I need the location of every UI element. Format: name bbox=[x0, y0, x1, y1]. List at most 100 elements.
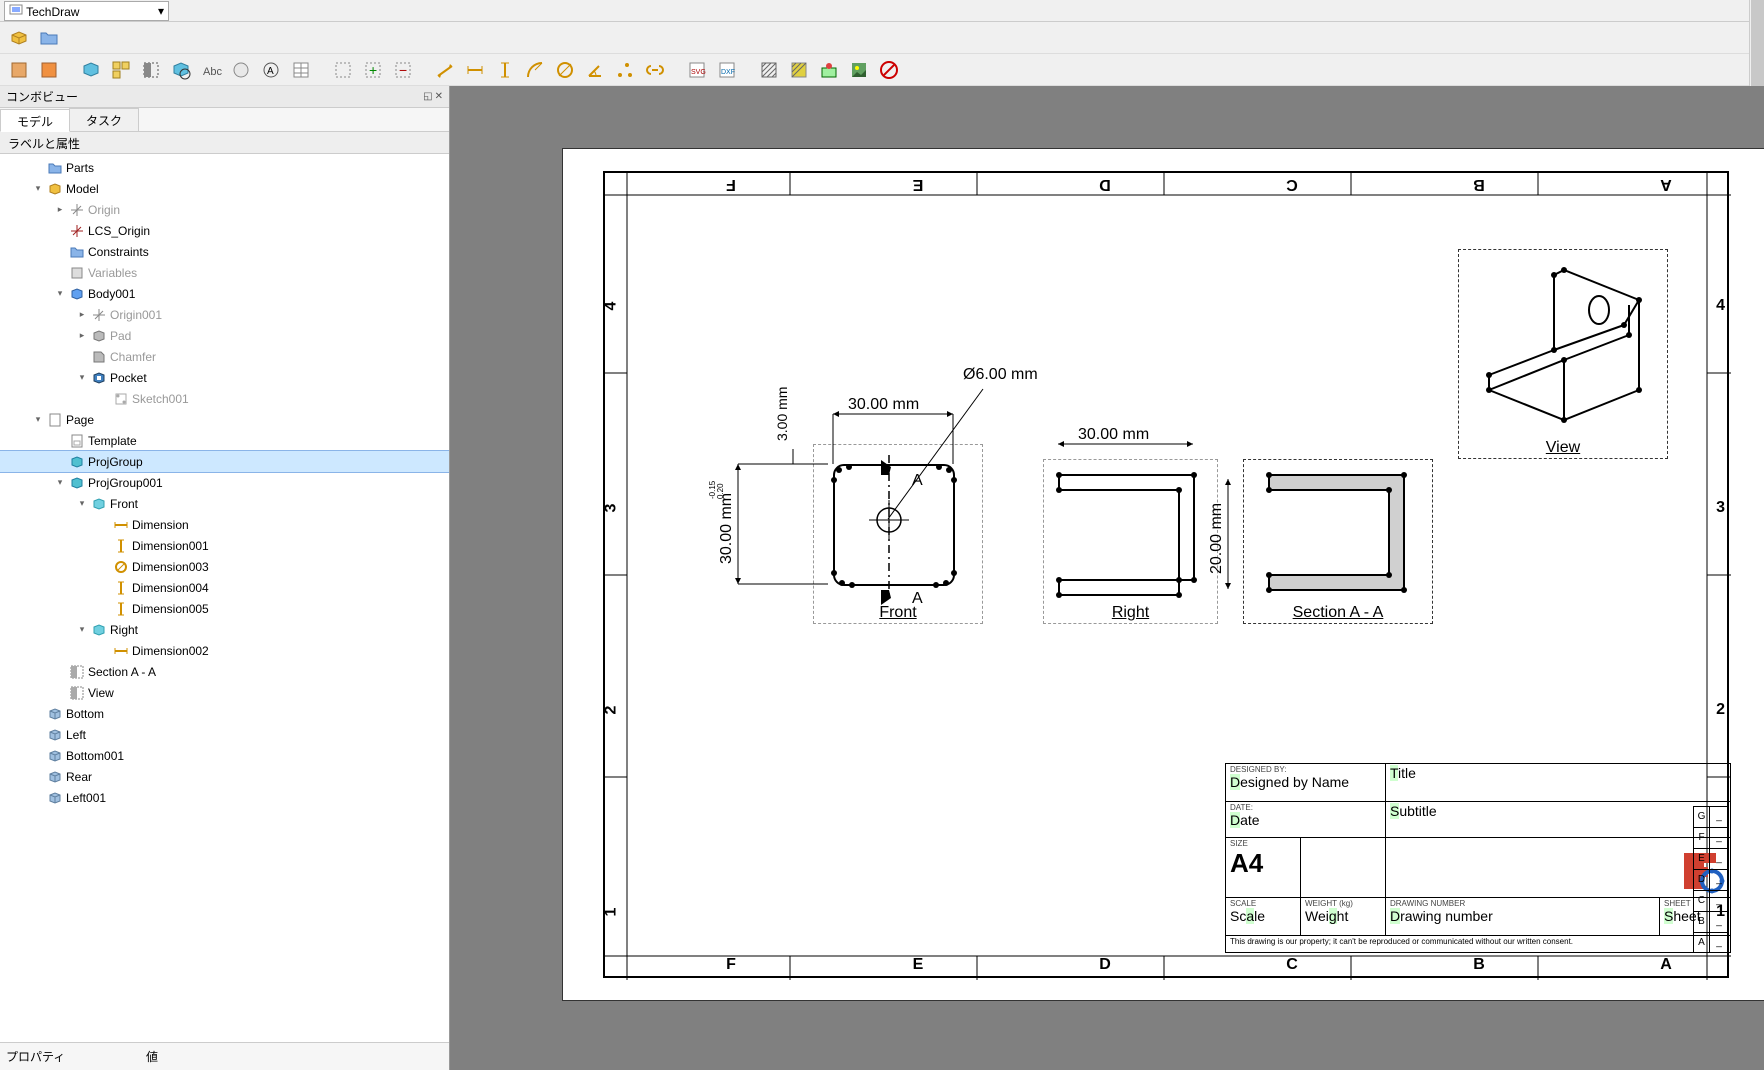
tree-item-dimension001[interactable]: Dimension001 bbox=[0, 535, 449, 556]
dim-link-icon[interactable] bbox=[642, 57, 668, 83]
tree-item-variables[interactable]: Variables bbox=[0, 262, 449, 283]
tree-item-projgroup[interactable]: ProjGroup bbox=[0, 451, 449, 472]
tb-subtitle[interactable]: S bbox=[1390, 803, 1399, 819]
tree-item-rear[interactable]: Rear bbox=[0, 766, 449, 787]
expand-icon[interactable]: ▸ bbox=[54, 204, 66, 215]
tree-item-projgroup001[interactable]: ▾ProjGroup001 bbox=[0, 472, 449, 493]
tree-item-dimension002[interactable]: Dimension002 bbox=[0, 640, 449, 661]
tree-item-model[interactable]: ▾Model bbox=[0, 178, 449, 199]
projection-group-icon[interactable] bbox=[108, 57, 134, 83]
tree-item-view[interactable]: View bbox=[0, 682, 449, 703]
symbol-icon[interactable] bbox=[816, 57, 842, 83]
tree-label: LCS_Origin bbox=[88, 224, 150, 238]
insert-view-icon[interactable] bbox=[78, 57, 104, 83]
tree-item-pocket[interactable]: ▾ Pocket bbox=[0, 367, 449, 388]
clip-group-icon[interactable] bbox=[330, 57, 356, 83]
tb-sheet[interactable]: S bbox=[1664, 908, 1673, 924]
tb-scale[interactable]: a bbox=[1246, 908, 1254, 924]
folder-icon[interactable] bbox=[36, 25, 62, 51]
tree-header: ラベルと属性 bbox=[0, 132, 449, 154]
view-section-label: Section A - A bbox=[1244, 605, 1432, 621]
part-icon[interactable] bbox=[6, 25, 32, 51]
dim-radius-icon[interactable] bbox=[522, 57, 548, 83]
tree-item-lcs-origin[interactable]: LCS_Origin bbox=[0, 220, 449, 241]
spreadsheet-icon[interactable] bbox=[288, 57, 314, 83]
expand-icon[interactable]: ▾ bbox=[32, 414, 44, 425]
tree-item-sketch001[interactable]: Sketch001 bbox=[0, 388, 449, 409]
tb-date[interactable]: D bbox=[1230, 812, 1240, 828]
view-iso[interactable]: View bbox=[1458, 249, 1668, 459]
expand-icon[interactable]: ▾ bbox=[32, 183, 44, 194]
expand-icon[interactable]: ▾ bbox=[76, 498, 88, 509]
tree-item-origin[interactable]: ▸Origin bbox=[0, 199, 449, 220]
export-dxf-icon[interactable]: DXF bbox=[714, 57, 740, 83]
export-svg-icon[interactable]: SVG bbox=[684, 57, 710, 83]
tree-item-dimension005[interactable]: Dimension005 bbox=[0, 598, 449, 619]
dim-horizontal-icon[interactable] bbox=[462, 57, 488, 83]
expand-icon[interactable]: ▾ bbox=[54, 288, 66, 299]
dim-angle-icon[interactable] bbox=[582, 57, 608, 83]
section-view-icon[interactable] bbox=[138, 57, 164, 83]
tab-task[interactable]: タスク bbox=[69, 108, 139, 131]
drawing-page[interactable]: FEDCBA FEDCBA 4321 4321 bbox=[562, 148, 1764, 1001]
workbench-name: TechDraw bbox=[26, 5, 79, 19]
tree-item-pad[interactable]: ▸Pad bbox=[0, 325, 449, 346]
tree-item-body001[interactable]: ▾Body001 bbox=[0, 283, 449, 304]
view-section[interactable]: Section A - A bbox=[1243, 459, 1433, 624]
tree-item-section-a-a[interactable]: Section A - A bbox=[0, 661, 449, 682]
dim-vertical-icon[interactable] bbox=[492, 57, 518, 83]
tree-item-bottom001[interactable]: Bottom001 bbox=[0, 745, 449, 766]
undock-icon[interactable]: ◱ bbox=[423, 91, 432, 102]
workbench-selector[interactable]: TechDraw ▾ bbox=[4, 1, 169, 21]
expand-icon[interactable]: ▸ bbox=[76, 309, 88, 320]
new-page-template-icon[interactable] bbox=[36, 57, 62, 83]
tree-item-dimension[interactable]: Dimension bbox=[0, 514, 449, 535]
dim-angle3pt-icon[interactable] bbox=[612, 57, 638, 83]
draft-view-icon[interactable] bbox=[228, 57, 254, 83]
annotation-icon[interactable]: Abc bbox=[198, 57, 224, 83]
tree-item-left001[interactable]: Left001 bbox=[0, 787, 449, 808]
tree-item-dimension004[interactable]: Dimension004 bbox=[0, 577, 449, 598]
hatch-icon[interactable] bbox=[756, 57, 782, 83]
tree-item-dimension003[interactable]: Dimension003 bbox=[0, 556, 449, 577]
expand-icon[interactable]: ▸ bbox=[76, 330, 88, 341]
tree-label: Pocket bbox=[110, 371, 147, 385]
tree-item-parts[interactable]: Parts bbox=[0, 157, 449, 178]
tree-item-constraints[interactable]: Constraints bbox=[0, 241, 449, 262]
tb-footer: This drawing is our property; it can't b… bbox=[1226, 936, 1730, 952]
tb-designed-by[interactable]: D bbox=[1230, 774, 1240, 790]
image-icon[interactable] bbox=[846, 57, 872, 83]
toggle-frame-icon[interactable] bbox=[876, 57, 902, 83]
view-front[interactable]: A A Front bbox=[813, 444, 983, 624]
expand-icon[interactable]: ▾ bbox=[76, 372, 88, 383]
dim-length-icon[interactable] bbox=[432, 57, 458, 83]
folder-icon bbox=[69, 244, 85, 260]
detail-view-icon[interactable] bbox=[168, 57, 194, 83]
expand-icon[interactable]: ▾ bbox=[54, 477, 66, 488]
tree-item-right[interactable]: ▾Right bbox=[0, 619, 449, 640]
tab-model[interactable]: モデル bbox=[0, 109, 70, 132]
geom-hatch-icon[interactable] bbox=[786, 57, 812, 83]
view-right[interactable]: Right bbox=[1043, 459, 1218, 624]
tree-item-chamfer[interactable]: Chamfer bbox=[0, 346, 449, 367]
tree-item-left[interactable]: Left bbox=[0, 724, 449, 745]
arch-view-icon[interactable]: A bbox=[258, 57, 284, 83]
tree-item-origin001[interactable]: ▸Origin001 bbox=[0, 304, 449, 325]
expand-icon[interactable]: ▾ bbox=[76, 624, 88, 635]
drawing-viewport[interactable]: FEDCBA FEDCBA 4321 4321 bbox=[450, 86, 1764, 1070]
clip-add-icon[interactable]: + bbox=[360, 57, 386, 83]
tree-item-bottom[interactable]: Bottom bbox=[0, 703, 449, 724]
tree-item-page[interactable]: ▾Page bbox=[0, 409, 449, 430]
frame-col-bot: F bbox=[721, 956, 741, 974]
new-page-icon[interactable] bbox=[6, 57, 32, 83]
tb-weight[interactable]: g bbox=[1329, 908, 1337, 924]
close-icon[interactable]: ✕ bbox=[435, 91, 443, 102]
tree-item-template[interactable]: Template bbox=[0, 430, 449, 451]
dim-diameter-icon[interactable] bbox=[552, 57, 578, 83]
clip-remove-icon[interactable]: − bbox=[390, 57, 416, 83]
frame-row-left: 2 bbox=[601, 706, 621, 715]
tb-dn[interactable]: D bbox=[1390, 908, 1400, 924]
tb-title[interactable]: T bbox=[1390, 765, 1398, 781]
model-tree[interactable]: Parts▾Model▸OriginLCS_OriginConstraintsV… bbox=[0, 154, 449, 1042]
tree-item-front[interactable]: ▾Front bbox=[0, 493, 449, 514]
